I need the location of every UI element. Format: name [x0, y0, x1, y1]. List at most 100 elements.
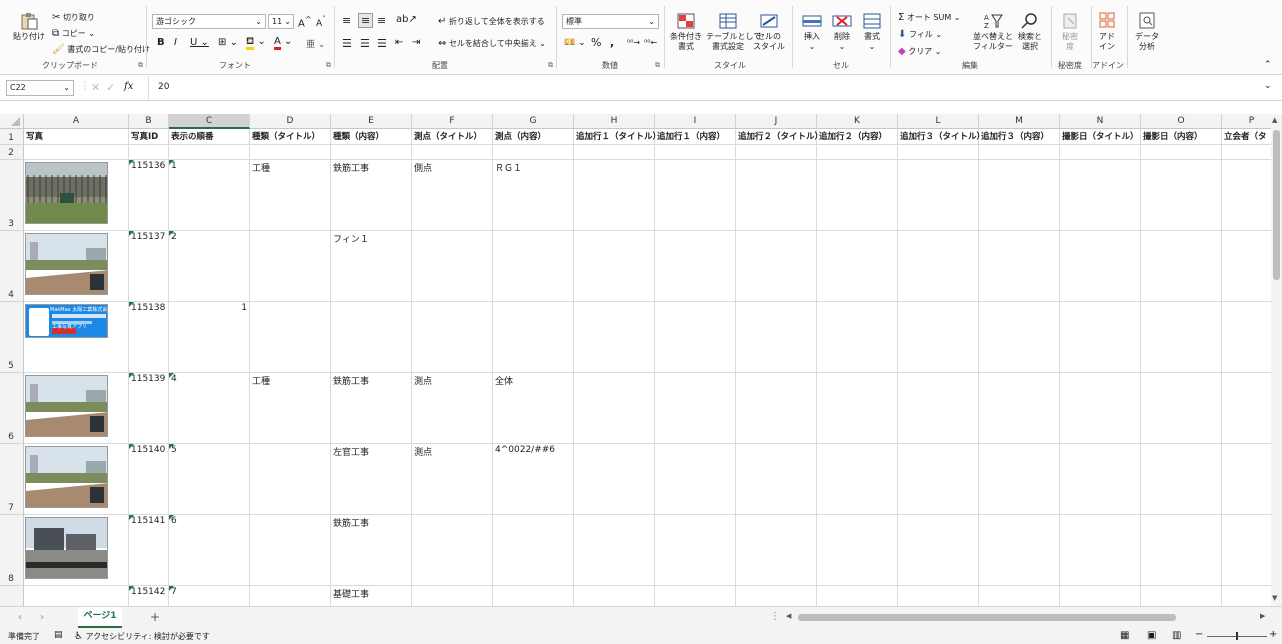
column-header-k[interactable]: K [817, 114, 898, 129]
grid-cell[interactable] [979, 302, 1060, 373]
decrease-font-button[interactable]: Aˇ [316, 15, 326, 29]
grid-cell[interactable] [655, 231, 736, 302]
grid-cell[interactable] [1141, 586, 1222, 606]
header-cell[interactable]: 追加行１（内容） [655, 129, 736, 145]
grid-cell[interactable] [250, 231, 331, 302]
header-cell[interactable]: 立会者（タ [1222, 129, 1271, 145]
row-header[interactable]: 9 [0, 586, 24, 606]
format-cells-button[interactable]: 書式 ⌄ [860, 12, 884, 52]
conditional-formatting-button[interactable]: 条件付き 書式 [668, 12, 704, 52]
grid-cell[interactable] [1222, 515, 1271, 586]
header-cell[interactable]: 種類（内容） [331, 129, 412, 145]
bold-button[interactable]: B [157, 37, 165, 48]
header-cell[interactable]: 追加行３（内容） [979, 129, 1060, 145]
grid-cell[interactable]: 115142 [129, 586, 169, 606]
sort-filter-button[interactable]: AZ 並べ替えと フィルター [973, 12, 1013, 52]
grid-cell[interactable]: 工種 [250, 160, 331, 231]
grid-cell[interactable]: 工種 [250, 373, 331, 444]
number-format-dropdown[interactable]: 標準 ⌄ [562, 14, 659, 29]
comma-button[interactable]: , [610, 36, 614, 49]
grid-cell[interactable] [493, 231, 574, 302]
grid-cell[interactable] [655, 444, 736, 515]
collapse-ribbon-icon[interactable]: ⌃ [1264, 60, 1272, 70]
sensitivity-button[interactable]: 秘密 度 [1056, 12, 1084, 52]
grid-cell[interactable] [1141, 373, 1222, 444]
grid-cell[interactable] [493, 302, 574, 373]
column-header-g[interactable]: G [493, 114, 574, 129]
column-header-j[interactable]: J [736, 114, 817, 129]
grid-cell[interactable] [574, 586, 655, 606]
grid-cell[interactable]: フィン１ [331, 231, 412, 302]
grid-cell[interactable] [979, 231, 1060, 302]
grid-cell[interactable] [1141, 160, 1222, 231]
column-header-a[interactable]: A [24, 114, 129, 129]
grid-cell[interactable] [1060, 373, 1141, 444]
merge-center-button[interactable]: ⇔ セルを結合して中央揃え ⌄ [438, 38, 546, 49]
grid-cell[interactable] [979, 444, 1060, 515]
prev-sheet-icon[interactable]: ‹ [18, 612, 22, 623]
grid-cell[interactable] [736, 160, 817, 231]
grid-cell[interactable]: 115139 [129, 373, 169, 444]
grid-cell[interactable]: 7 [169, 586, 250, 606]
grid-cell[interactable]: 6 [169, 515, 250, 586]
align-center-button[interactable]: ☰ [360, 37, 370, 50]
header-cell[interactable]: 写真 [24, 129, 129, 145]
format-painter-button[interactable]: 🖌 書式のコピー/貼り付け [52, 44, 150, 55]
column-header-m[interactable]: M [979, 114, 1060, 129]
grid-cell[interactable] [169, 145, 250, 160]
grid-cell[interactable]: 4 [169, 373, 250, 444]
increase-font-button[interactable]: A^ [298, 14, 312, 29]
fill-color-button[interactable]: ⛾ ⌄ [246, 36, 266, 50]
header-cell[interactable]: 撮影日（内容） [1141, 129, 1222, 145]
row-header[interactable]: 3 [0, 160, 24, 231]
scroll-left-icon[interactable]: ◀ [786, 612, 791, 620]
column-header-n[interactable]: N [1060, 114, 1141, 129]
grid-cell[interactable] [979, 160, 1060, 231]
site-photo[interactable] [25, 446, 108, 508]
grid-cell[interactable] [1060, 515, 1141, 586]
grid-cell[interactable] [979, 145, 1060, 160]
horizontal-scroll-thumb[interactable] [798, 614, 1176, 621]
grid-cell[interactable] [898, 444, 979, 515]
grid-cell[interactable]: 1 [169, 302, 250, 373]
normal-view-icon[interactable]: ▦ [1120, 630, 1129, 641]
grid-cell[interactable]: 鉄筋工事 [331, 515, 412, 586]
site-photo[interactable] [25, 233, 108, 295]
grid-cell[interactable] [1222, 302, 1271, 373]
grid-cell[interactable] [331, 145, 412, 160]
grid-cell[interactable] [1141, 515, 1222, 586]
grid-cell[interactable] [574, 444, 655, 515]
grid-cell[interactable] [817, 586, 898, 606]
increase-indent-button[interactable]: ⇥ [412, 37, 420, 48]
autosum-button[interactable]: Σ オート SUM ⌄ [898, 12, 961, 23]
header-cell[interactable]: 測点（タイトル） [412, 129, 493, 145]
header-cell[interactable]: 追加行３（タイトル） [898, 129, 985, 145]
grid-cell[interactable]: 4^0022/##6 [493, 444, 574, 515]
header-cell[interactable]: 表示の順番 [169, 129, 250, 145]
grid-cell[interactable]: 鉄筋工事 [331, 373, 412, 444]
number-launcher-icon[interactable]: ⧉ [655, 61, 660, 70]
grid-cell[interactable]: 全体 [493, 373, 574, 444]
grid-cell[interactable] [250, 515, 331, 586]
grid-cell[interactable]: 1 [169, 160, 250, 231]
data-analysis-button[interactable]: データ 分析 [1133, 12, 1161, 52]
grid-cell[interactable]: ＲＧ１ [493, 160, 574, 231]
grid-cell[interactable] [250, 302, 331, 373]
vertical-scrollbar[interactable]: ▲ ▼ [1271, 114, 1282, 606]
zoom-slider-thumb[interactable] [1236, 632, 1238, 640]
increase-decimal-button[interactable]: ⁰⁰→ [627, 38, 640, 47]
grid-cell[interactable] [1222, 160, 1271, 231]
decrease-decimal-button[interactable]: ⁰⁰← [644, 38, 657, 47]
page-layout-view-icon[interactable]: ▣ [1147, 630, 1156, 641]
grid-cell[interactable]: 側点 [412, 160, 493, 231]
grid-cell[interactable] [574, 515, 655, 586]
header-cell[interactable]: 測点（内容） [493, 129, 574, 145]
site-photo[interactable]: MakMax 太陽工業株式会社 工事写真アプリ [25, 304, 108, 338]
grid-cell[interactable]: 5 [169, 444, 250, 515]
grid-cell[interactable] [736, 444, 817, 515]
grid-cell[interactable] [493, 145, 574, 160]
grid-cell[interactable] [412, 231, 493, 302]
column-header-i[interactable]: I [655, 114, 736, 129]
cut-button[interactable]: ✂ 切り取り [52, 12, 95, 23]
grid-cell[interactable]: 115141 [129, 515, 169, 586]
